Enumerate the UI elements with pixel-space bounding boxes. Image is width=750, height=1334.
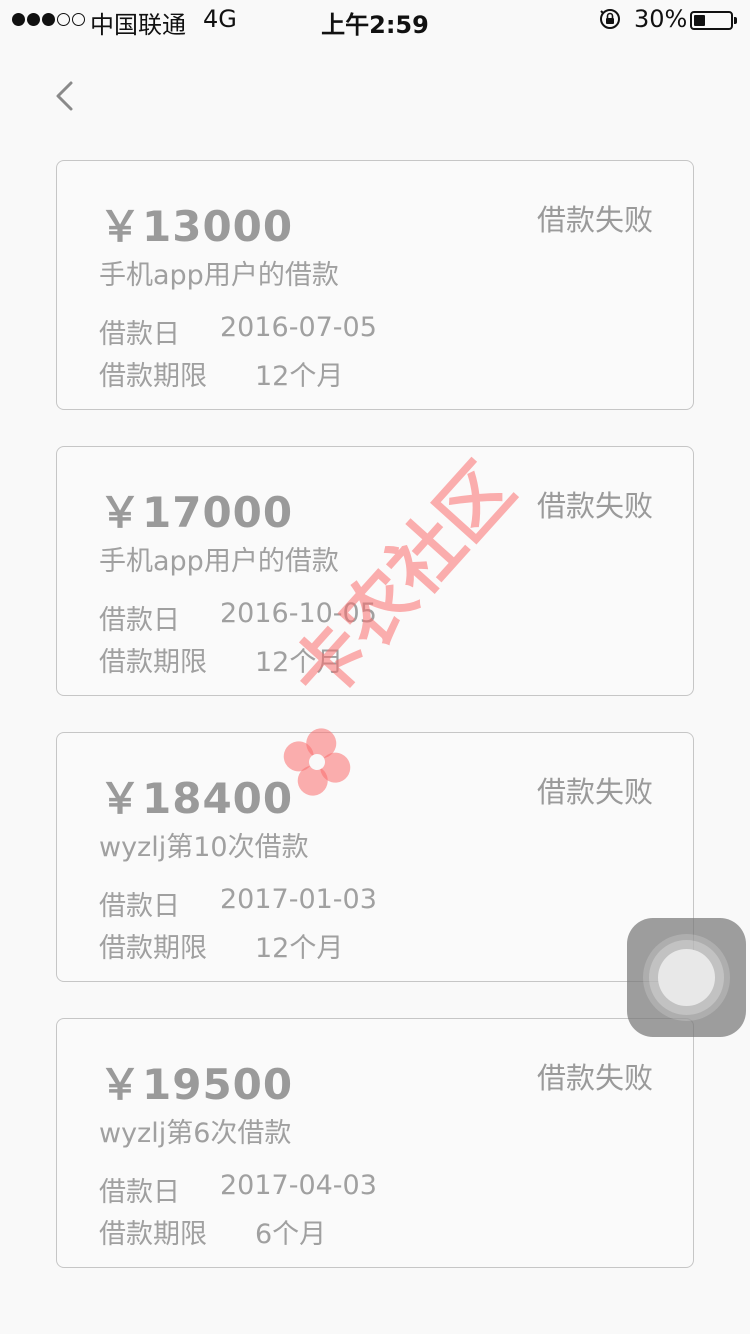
loan-amount: ￥18400 — [99, 774, 294, 823]
loan-date: 2017-01-03 — [220, 884, 377, 915]
loan-date: 2016-10-05 — [220, 598, 377, 629]
loan-term: 12个月 — [255, 361, 344, 392]
loan-date-label: 借款日 — [99, 1177, 180, 1208]
loan-card[interactable]: ￥13000 借款失败 手机app用户的借款 借款日 2016-07-05 借款… — [56, 160, 694, 410]
loan-amount: ￥17000 — [99, 488, 294, 537]
loan-date-label: 借款日 — [99, 891, 180, 922]
loan-card[interactable]: ￥18400 借款失败 wyzlj第10次借款 借款日 2017-01-03 借… — [56, 732, 694, 982]
loan-status: 借款失败 — [536, 775, 653, 809]
status-bar: 中国联通 4G 上午2:59 30% — [0, 0, 750, 40]
chevron-left-icon — [56, 81, 73, 111]
loan-date-label: 借款日 — [99, 605, 180, 636]
loan-description: 手机app用户的借款 — [99, 260, 339, 291]
loan-term: 12个月 — [255, 933, 344, 964]
back-button[interactable] — [46, 74, 86, 118]
loan-term-label: 借款期限 — [99, 361, 207, 392]
loan-description: 手机app用户的借款 — [99, 546, 339, 577]
loan-amount: ￥19500 — [99, 1060, 294, 1109]
assistive-touch-button[interactable] — [627, 918, 746, 1037]
battery-percentage: 30% — [634, 5, 688, 33]
loan-term-label: 借款期限 — [99, 933, 207, 964]
loan-term: 6个月 — [255, 1219, 327, 1250]
loan-card[interactable]: ￥19500 借款失败 wyzlj第6次借款 借款日 2017-04-03 借款… — [56, 1018, 694, 1268]
loan-description: wyzlj第6次借款 — [99, 1118, 292, 1149]
loan-description: wyzlj第10次借款 — [99, 832, 309, 863]
rotation-lock-icon — [600, 9, 620, 29]
loan-term: 12个月 — [255, 647, 344, 678]
loan-term-label: 借款期限 — [99, 647, 207, 678]
loan-amount: ￥13000 — [99, 202, 294, 251]
loan-date: 2017-04-03 — [220, 1170, 377, 1201]
loan-status: 借款失败 — [536, 489, 653, 523]
battery-icon — [690, 11, 733, 30]
loan-date-label: 借款日 — [99, 319, 180, 350]
loan-status: 借款失败 — [536, 203, 653, 237]
loan-term-label: 借款期限 — [99, 1219, 207, 1250]
loan-date: 2016-07-05 — [220, 312, 377, 343]
loan-status: 借款失败 — [536, 1061, 653, 1095]
loan-card[interactable]: ￥17000 借款失败 手机app用户的借款 借款日 2016-10-05 借款… — [56, 446, 694, 696]
